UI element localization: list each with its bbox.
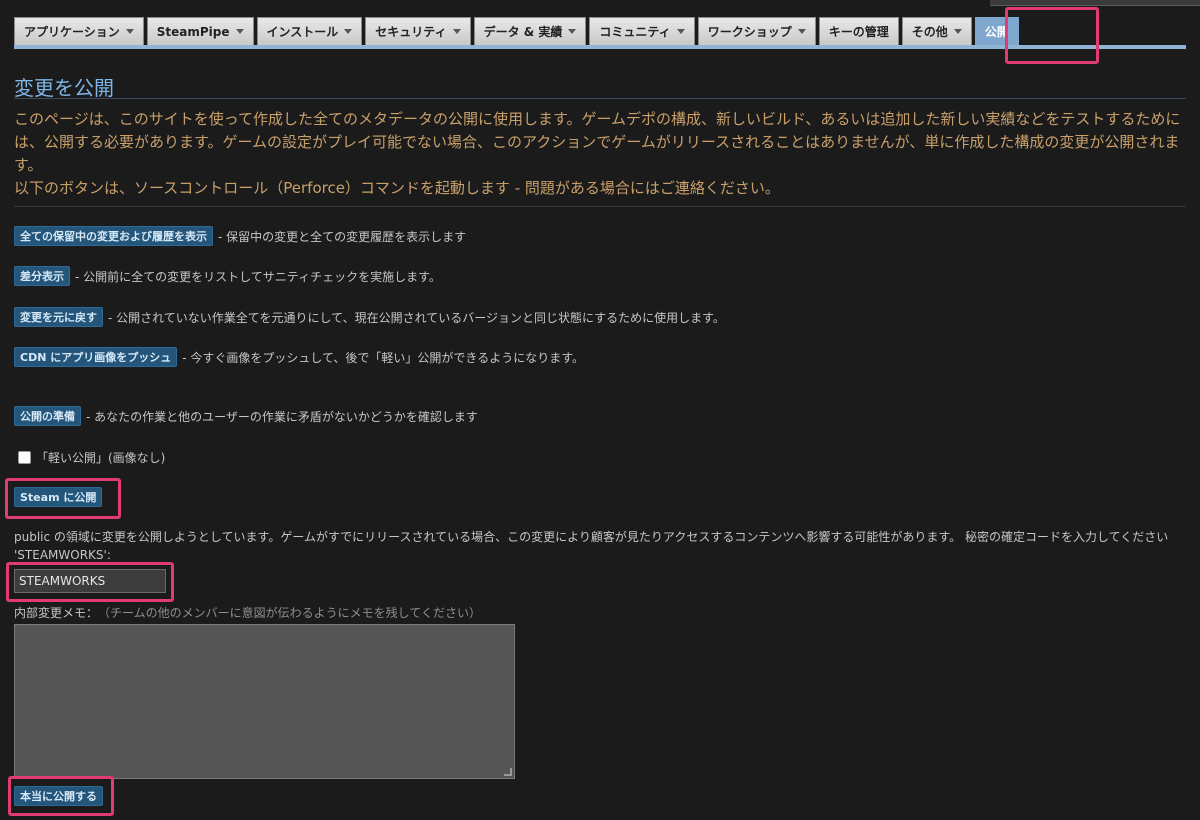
prepare-publish-button[interactable]: 公開の準備	[14, 406, 81, 426]
tab-community[interactable]: コミュニティ	[589, 17, 695, 45]
chevron-down-icon	[344, 29, 353, 34]
light-publish-checkbox[interactable]	[18, 451, 31, 464]
intro-note: 以下のボタンは、ソースコントロール（Perforce）コマンドを起動します - …	[14, 179, 780, 197]
tab-data-achievements[interactable]: データ & 実績	[473, 17, 587, 45]
memo-label: 内部変更メモ：	[14, 606, 99, 620]
light-publish-row: 「軽い公開」(画像なし)	[18, 449, 165, 466]
action-row-diff: 差分表示 - 公開前に全ての変更をリストしてサニティチェックを実施します。	[14, 266, 441, 286]
resize-grip-icon[interactable]	[504, 768, 512, 776]
intro-paragraph: このページは、このサイトを使って作成した全てのメタデータの公開に使用します。ゲー…	[14, 110, 1181, 174]
action-row-history: 全ての保留中の変更および履歴を表示 - 保留中の変更と全ての変更履歴を表示します	[14, 226, 466, 246]
prepare-publish-desc: - あなたの作業と他のユーザーの作業に矛盾がないかどうかを確認します	[86, 409, 478, 424]
title-divider	[14, 98, 1186, 99]
light-publish-label: 「軽い公開」(画像なし)	[36, 451, 166, 465]
revert-desc: - 公開されていない作業全てを元通りにして、現在公開されているバージョンと同じ状…	[108, 310, 725, 325]
memo-textarea[interactable]	[14, 624, 515, 779]
diff-button[interactable]: 差分表示	[14, 266, 70, 286]
highlight-confirm-code	[6, 562, 174, 602]
chevron-down-icon	[797, 29, 806, 34]
show-history-desc: - 保留中の変更と全ての変更履歴を表示します	[218, 229, 467, 244]
chevron-down-icon	[235, 29, 244, 34]
tab-key-management[interactable]: キーの管理	[818, 17, 899, 45]
memo-label-row: 内部変更メモ： （チームの他のメンバーに意図が伝わるようにメモを残してください）	[14, 604, 481, 621]
action-row-cdn: CDN にアプリ画像をプッシュ - 今すぐ画像をプッシュして、後で「軽い」公開が…	[14, 347, 584, 367]
highlight-publish-button	[5, 478, 121, 519]
show-history-button[interactable]: 全ての保留中の変更および履歴を表示	[14, 226, 213, 246]
chevron-down-icon	[452, 29, 461, 34]
tab-security[interactable]: セキュリティ	[365, 17, 471, 45]
chevron-down-icon	[676, 29, 685, 34]
action-row-revert: 変更を元に戻す - 公開されていない作業全てを元通りにして、現在公開されているバ…	[14, 307, 725, 327]
action-row-prepare: 公開の準備 - あなたの作業と他のユーザーの作業に矛盾がないかどうかを確認します	[14, 406, 478, 426]
push-cdn-desc: - 今すぐ画像をプッシュして、後で「軽い」公開ができるようになります。	[182, 350, 584, 365]
memo-hint: （チームの他のメンバーに意図が伝わるようにメモを残してください）	[104, 606, 481, 620]
chevron-down-icon	[568, 29, 577, 34]
chevron-down-icon	[125, 29, 134, 34]
chevron-down-icon	[953, 29, 962, 34]
highlight-publish-tab	[1005, 7, 1099, 64]
push-cdn-button[interactable]: CDN にアプリ画像をプッシュ	[14, 347, 178, 367]
diff-desc: - 公開前に全ての変更をリストしてサニティチェックを実施します。	[75, 269, 441, 284]
intro-divider	[14, 206, 1186, 207]
highlight-confirm-publish	[8, 776, 114, 816]
tab-install[interactable]: インストール	[256, 17, 363, 45]
tab-other[interactable]: その他	[901, 17, 972, 45]
top-bar-fragment	[990, 0, 1200, 6]
tab-steampipe[interactable]: SteamPipe	[146, 17, 254, 45]
tab-workshop[interactable]: ワークショップ	[697, 17, 816, 45]
publish-warning: public の領域に変更を公開しようとしています。ゲームがすでにリリースされて…	[14, 530, 1169, 562]
revert-button[interactable]: 変更を元に戻す	[14, 307, 103, 327]
page-title: 変更を公開	[14, 76, 114, 100]
intro-text: このページは、このサイトを使って作成した全てのメタデータの公開に使用します。ゲー…	[14, 108, 1184, 200]
tab-applications[interactable]: アプリケーション	[14, 17, 144, 45]
